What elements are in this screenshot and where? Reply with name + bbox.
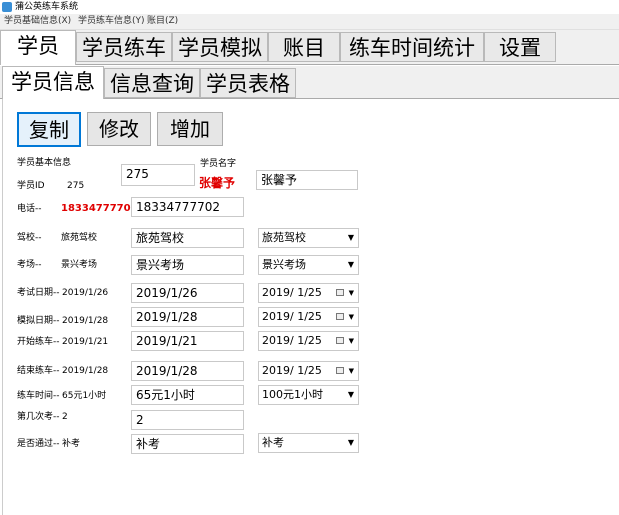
end-practice-input[interactable]: 2019/1/28 (131, 361, 244, 381)
tab-student-practice[interactable]: 学员练车 (76, 32, 172, 62)
practice-time-input[interactable]: 65元1小时 (131, 385, 244, 405)
menu-student-practice[interactable]: 学员练车信息(Y) (78, 14, 145, 29)
end-practice-label: 结束练车-- (17, 366, 60, 376)
chevron-down-icon: ▼ (347, 390, 354, 399)
copy-button[interactable]: 复制 (17, 112, 81, 147)
name-value: 张馨予 (199, 176, 236, 190)
end-practice-value: 2019/1/28 (62, 366, 109, 376)
add-button[interactable]: 增加 (157, 112, 223, 146)
practice-time-select[interactable]: 100元1小时 ▼ (258, 385, 359, 405)
attempt-value: 2 (62, 412, 68, 422)
pass-label: 是否通过-- (17, 439, 60, 449)
practice-time-select-value: 100元1小时 (262, 388, 323, 401)
chevron-down-icon: ▼ (348, 367, 354, 375)
attempt-input[interactable]: 2 (131, 410, 244, 430)
id-label: 学员ID (17, 181, 45, 191)
tab-student[interactable]: 学员 (0, 30, 76, 65)
exam-date-input[interactable]: 2019/1/26 (131, 283, 244, 303)
main-tab-bar: 学员 学员练车 学员模拟 账目 练车时间统计 设置 (0, 30, 619, 65)
sim-date-value: 2019/1/28 (62, 316, 109, 326)
tab-info-query[interactable]: 信息查询 (104, 68, 200, 98)
pass-select-value: 补考 (262, 436, 284, 449)
calendar-icon (336, 289, 344, 296)
sim-date-input[interactable]: 2019/1/28 (131, 307, 244, 327)
calendar-icon (336, 367, 344, 374)
tab-student-table[interactable]: 学员表格 (200, 68, 296, 98)
school-select-value: 旅苑驾校 (262, 231, 306, 244)
phone-value: 18334777702 (61, 203, 138, 214)
end-practice-picker-value: 2019/ 1/25 (262, 364, 322, 377)
name-input[interactable]: 张馨予 (256, 170, 358, 190)
name-label: 学员名字 (200, 159, 237, 169)
site-input[interactable]: 景兴考场 (131, 255, 244, 275)
school-label: 驾校-- (17, 233, 42, 243)
id-input[interactable]: 275 (121, 164, 195, 186)
site-select[interactable]: 景兴考场 ▼ (258, 255, 359, 275)
phone-label: 电话-- (17, 204, 42, 214)
tab-student-simulation[interactable]: 学员模拟 (172, 32, 268, 62)
start-practice-picker-value: 2019/ 1/25 (262, 334, 322, 347)
sim-date-picker[interactable]: 2019/ 1/25 ▼ (258, 307, 359, 327)
exam-date-value: 2019/1/26 (62, 288, 109, 298)
school-select[interactable]: 旅苑驾校 ▼ (258, 228, 359, 248)
calendar-icon (336, 337, 344, 344)
edit-button[interactable]: 修改 (87, 112, 151, 146)
chevron-down-icon: ▼ (347, 438, 354, 447)
end-practice-picker[interactable]: 2019/ 1/25 ▼ (258, 361, 359, 381)
pass-select[interactable]: 补考 ▼ (258, 433, 359, 453)
pass-input[interactable]: 补考 (131, 434, 244, 454)
chevron-down-icon: ▼ (347, 260, 354, 269)
chevron-down-icon: ▼ (347, 233, 354, 242)
school-input[interactable]: 旅苑驾校 (131, 228, 244, 248)
pass-value: 补考 (62, 439, 81, 449)
site-value: 景兴考场 (61, 260, 98, 270)
start-practice-input[interactable]: 2019/1/21 (131, 331, 244, 351)
menu-bar: 学员基础信息(X) 学员练车信息(Y) 账目(Z) (0, 14, 619, 30)
sim-date-label: 模拟日期-- (17, 316, 60, 326)
start-practice-label: 开始练车-- (17, 337, 60, 347)
exam-date-picker-value: 2019/ 1/25 (262, 286, 322, 299)
start-practice-picker[interactable]: 2019/ 1/25 ▼ (258, 331, 359, 351)
site-label: 考场-- (17, 260, 42, 270)
window-title: 蒲公英练车系统 (15, 2, 79, 12)
menu-accounts[interactable]: 账目(Z) (147, 14, 178, 29)
menu-student-basic[interactable]: 学员基础信息(X) (4, 14, 71, 29)
start-practice-value: 2019/1/21 (62, 337, 109, 347)
tab-student-info[interactable]: 学员信息 (2, 66, 104, 99)
section-title: 学员基本信息 (17, 158, 72, 168)
title-bar: 蒲公英练车系统 (0, 0, 619, 14)
sim-date-picker-value: 2019/ 1/25 (262, 310, 322, 323)
tab-accounts[interactable]: 账目 (268, 32, 340, 62)
exam-date-picker[interactable]: 2019/ 1/25 ▼ (258, 283, 359, 303)
tab-settings[interactable]: 设置 (484, 32, 556, 62)
tab-practice-stats[interactable]: 练车时间统计 (340, 32, 484, 62)
chevron-down-icon: ▼ (348, 289, 354, 297)
attempt-label: 第几次考-- (17, 412, 60, 422)
chevron-down-icon: ▼ (348, 337, 354, 345)
school-value: 旅苑驾校 (61, 233, 98, 243)
calendar-icon (336, 313, 344, 320)
practice-time-value: 65元1小时 (62, 391, 107, 401)
sub-tab-bar: 学员信息 信息查询 学员表格 (0, 66, 619, 99)
exam-date-label: 考试日期-- (17, 288, 60, 298)
id-value: 275 (67, 181, 85, 191)
practice-time-label: 练车时间-- (17, 391, 60, 401)
app-icon (2, 2, 12, 12)
phone-input[interactable]: 18334777702 (131, 197, 244, 217)
site-select-value: 景兴考场 (262, 258, 306, 271)
chevron-down-icon: ▼ (348, 313, 354, 321)
